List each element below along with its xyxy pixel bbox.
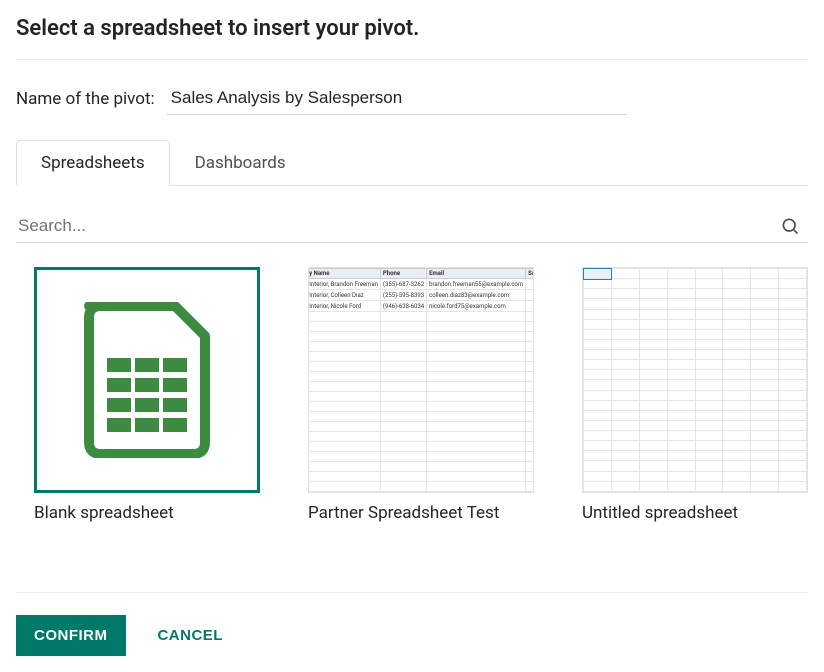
partner-mini-table: Display Name Phone Email Salespe Azure I… (308, 268, 534, 492)
card-partner-spreadsheet[interactable]: Display Name Phone Email Salespe Azure I… (308, 267, 534, 523)
card-label: Untitled spreadsheet (582, 503, 808, 523)
search-input[interactable] (18, 216, 780, 236)
card-preview-blank (34, 267, 260, 493)
tab-dashboards[interactable]: Dashboards (170, 140, 311, 186)
search-icon[interactable] (780, 216, 800, 236)
pivot-name-input[interactable] (167, 82, 627, 115)
cancel-button[interactable]: CANCEL (139, 615, 241, 656)
card-untitled-spreadsheet[interactable]: Untitled spreadsheet (582, 267, 808, 523)
spreadsheet-icon (77, 302, 217, 458)
search-row (16, 210, 808, 243)
pivot-name-label: Name of the pivot: (16, 89, 155, 109)
card-preview-partner: Display Name Phone Email Salespe Azure I… (308, 267, 534, 493)
card-label: Partner Spreadsheet Test (308, 503, 534, 523)
divider (16, 59, 808, 60)
empty-grid (583, 268, 807, 492)
confirm-button[interactable]: CONFIRM (16, 615, 126, 656)
dialog-footer: CONFIRM CANCEL (16, 592, 808, 656)
footer-divider (16, 592, 808, 593)
tab-spreadsheets[interactable]: Spreadsheets (16, 140, 170, 186)
tabs: Spreadsheets Dashboards (16, 139, 808, 186)
pivot-name-row: Name of the pivot: (16, 82, 808, 115)
card-preview-untitled (582, 267, 808, 493)
spreadsheet-cards: Blank spreadsheet Display Name Phone Ema… (16, 267, 808, 523)
card-label: Blank spreadsheet (34, 503, 260, 523)
dialog-title: Select a spreadsheet to insert your pivo… (16, 16, 808, 41)
card-blank-spreadsheet[interactable]: Blank spreadsheet (34, 267, 260, 523)
